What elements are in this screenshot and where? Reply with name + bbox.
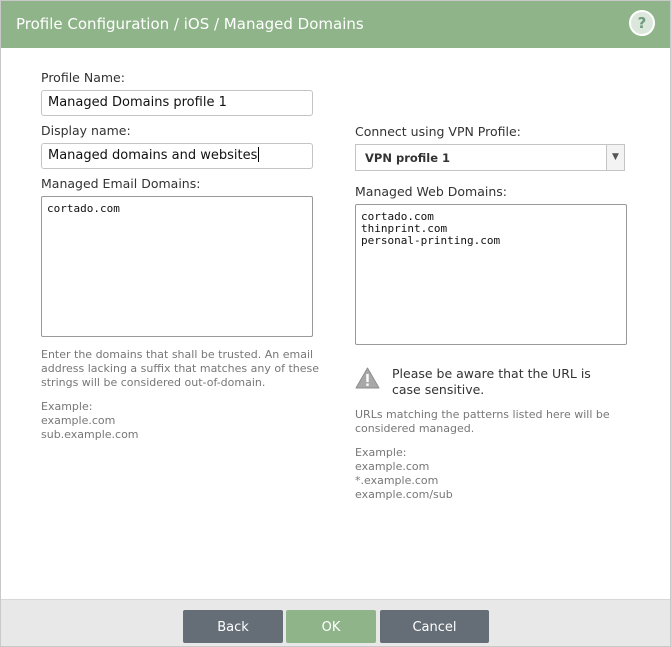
email-domains-textarea[interactable]: cortado.com (41, 196, 313, 337)
example-line: *.example.com (355, 474, 439, 487)
display-name-value: Managed domains and websites (48, 148, 258, 163)
email-domains-help: Enter the domains that shall be trusted.… (41, 348, 319, 390)
display-name-label: Display name: (41, 123, 131, 138)
vpn-profile-label: Connect using VPN Profile: (355, 124, 521, 139)
help-line: strings will be considered out-of-domain… (41, 376, 266, 389)
example-line: Example: (355, 446, 407, 459)
text-cursor (258, 147, 260, 162)
back-button[interactable]: Back (183, 610, 283, 643)
dialog-header: Profile Configuration / iOS / Managed Do… (1, 1, 670, 48)
ok-button[interactable]: OK (286, 610, 376, 643)
warning-line: Please be aware that the URL is (392, 366, 591, 381)
email-domains-label: Managed Email Domains: (41, 176, 201, 191)
example-line: sub.example.com (41, 428, 139, 441)
display-name-input[interactable]: Managed domains and websites (41, 143, 313, 169)
help-line: considered managed. (355, 422, 475, 435)
cancel-button[interactable]: Cancel (380, 610, 489, 643)
vpn-profile-select[interactable]: VPN profile 1 ▼ (355, 144, 625, 171)
dialog-footer: Back OK Cancel (1, 599, 670, 646)
profile-name-input[interactable]: Managed Domains profile 1 (41, 90, 313, 116)
web-domain-line: personal-printing.com (361, 234, 501, 247)
profile-name-value: Managed Domains profile 1 (48, 95, 227, 110)
vpn-profile-selected: VPN profile 1 (365, 151, 451, 165)
warning-line: case sensitive. (392, 382, 485, 397)
email-domains-example: Example: example.com sub.example.com (41, 400, 139, 442)
profile-config-dialog: Profile Configuration / iOS / Managed Do… (0, 0, 671, 647)
web-domains-help: URLs matching the patterns listed here w… (355, 408, 610, 436)
web-domains-textarea[interactable]: cortado.com thinprint.com personal-print… (355, 204, 627, 345)
profile-name-label: Profile Name: (41, 70, 125, 85)
case-sensitive-warning: Please be aware that the URL is case sen… (392, 366, 591, 398)
help-icon[interactable]: ? (629, 10, 655, 36)
example-line: example.com (41, 414, 116, 427)
example-line: Example: (41, 400, 93, 413)
web-domains-example: Example: example.com *.example.com examp… (355, 446, 453, 502)
dialog-title: Profile Configuration / iOS / Managed Do… (16, 15, 364, 33)
help-line: address lacking a suffix that matches an… (41, 362, 320, 375)
help-line: Enter the domains that shall be trusted.… (41, 348, 314, 361)
chevron-down-icon[interactable]: ▼ (606, 145, 624, 170)
email-domain-line: cortado.com (47, 202, 120, 215)
example-line: example.com (355, 460, 430, 473)
example-line: example.com/sub (355, 488, 453, 501)
help-line: URLs matching the patterns listed here w… (355, 408, 610, 421)
web-domains-label: Managed Web Domains: (355, 184, 508, 199)
warning-icon (355, 367, 380, 389)
